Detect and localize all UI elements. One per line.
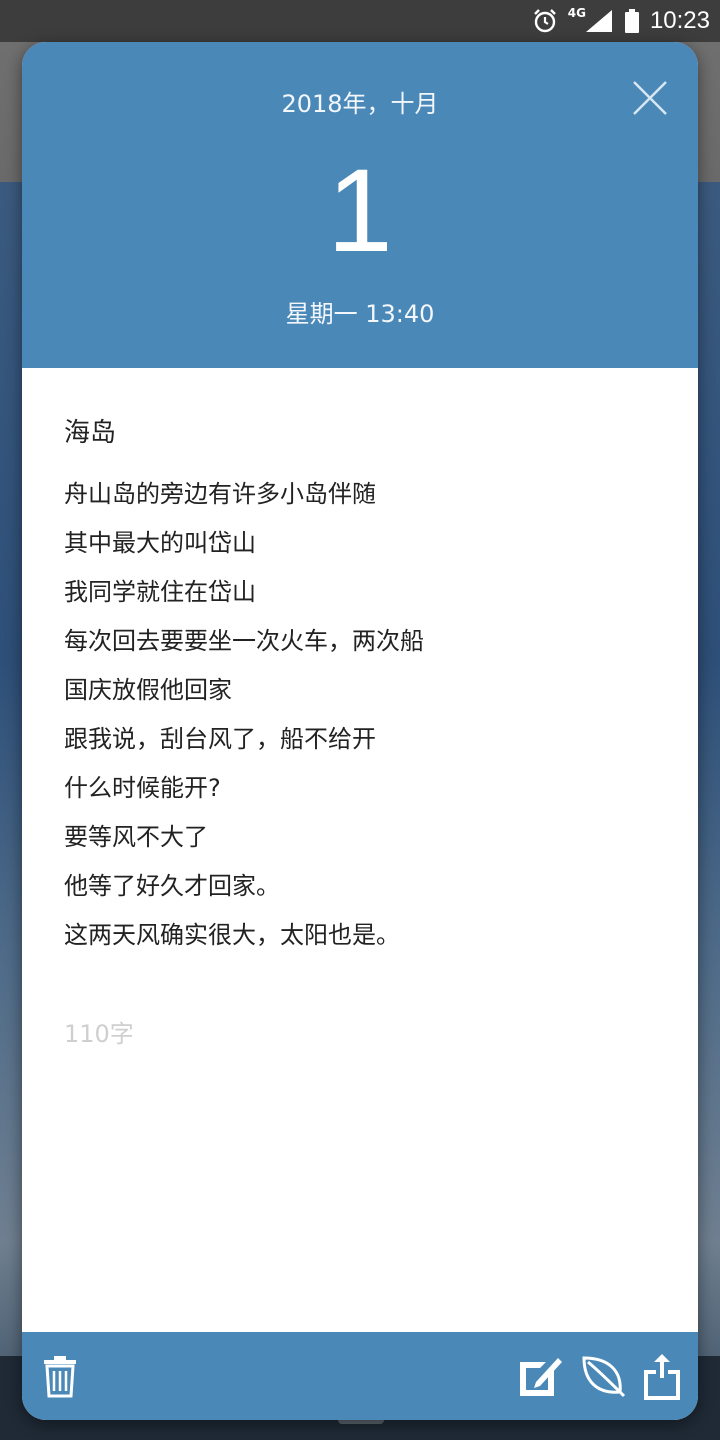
delete-button[interactable] xyxy=(42,1354,82,1398)
edit-icon xyxy=(520,1358,562,1396)
diary-line: 这两天风确实很大，太阳也是。 xyxy=(64,921,400,949)
weekday-time-label: 星期一 13:40 xyxy=(285,300,435,328)
status-time: 10:23 xyxy=(649,7,710,34)
diary-line: 国庆放假他回家 xyxy=(64,676,232,704)
diary-line: 要等风不大了 xyxy=(64,823,208,851)
leaf-icon xyxy=(582,1356,626,1398)
battery-icon xyxy=(624,9,639,33)
diary-line: 他等了好久才回家。 xyxy=(64,872,280,900)
diary-line: 跟我说，刮台风了，船不给开 xyxy=(64,725,376,753)
diary-line: 什么时候能开? xyxy=(64,774,221,802)
diary-line: 舟山岛的旁边有许多小岛伴随 xyxy=(64,480,376,508)
diary-line: 我同学就住在岱山 xyxy=(64,578,256,606)
month-year-label: 2018年，十月 xyxy=(281,90,439,118)
edit-button[interactable] xyxy=(518,1354,564,1398)
action-bar xyxy=(22,1332,698,1420)
close-icon xyxy=(633,81,667,115)
diary-title: 海岛 xyxy=(64,418,117,448)
day-number: 1 xyxy=(327,145,393,277)
alarm-icon xyxy=(533,9,556,33)
diary-dialog: 2018年，十月 1 星期一 13:40 海岛 舟山岛的旁边有许多小岛伴随 其中… xyxy=(22,42,698,1420)
date-header: 2018年，十月 1 星期一 13:40 xyxy=(22,42,698,368)
close-button[interactable] xyxy=(628,76,672,120)
word-count: 110字 xyxy=(64,1020,134,1048)
leaf-button[interactable] xyxy=(580,1354,626,1398)
network-type: 4G xyxy=(567,6,586,20)
diary-content: 海岛 舟山岛的旁边有许多小岛伴随 其中最大的叫岱山 我同学就住在岱山 每次回去要… xyxy=(64,416,664,960)
diary-line: 其中最大的叫岱山 xyxy=(64,529,256,557)
signal-icon xyxy=(585,10,612,32)
status-bar: 4G 10:23 xyxy=(0,0,720,42)
trash-icon xyxy=(44,1356,76,1398)
status-icons: 4G 10:23 xyxy=(532,0,710,42)
share-icon xyxy=(644,1354,680,1400)
share-button[interactable] xyxy=(642,1354,682,1400)
diary-line: 每次回去要要坐一次火车，两次船 xyxy=(64,627,424,655)
